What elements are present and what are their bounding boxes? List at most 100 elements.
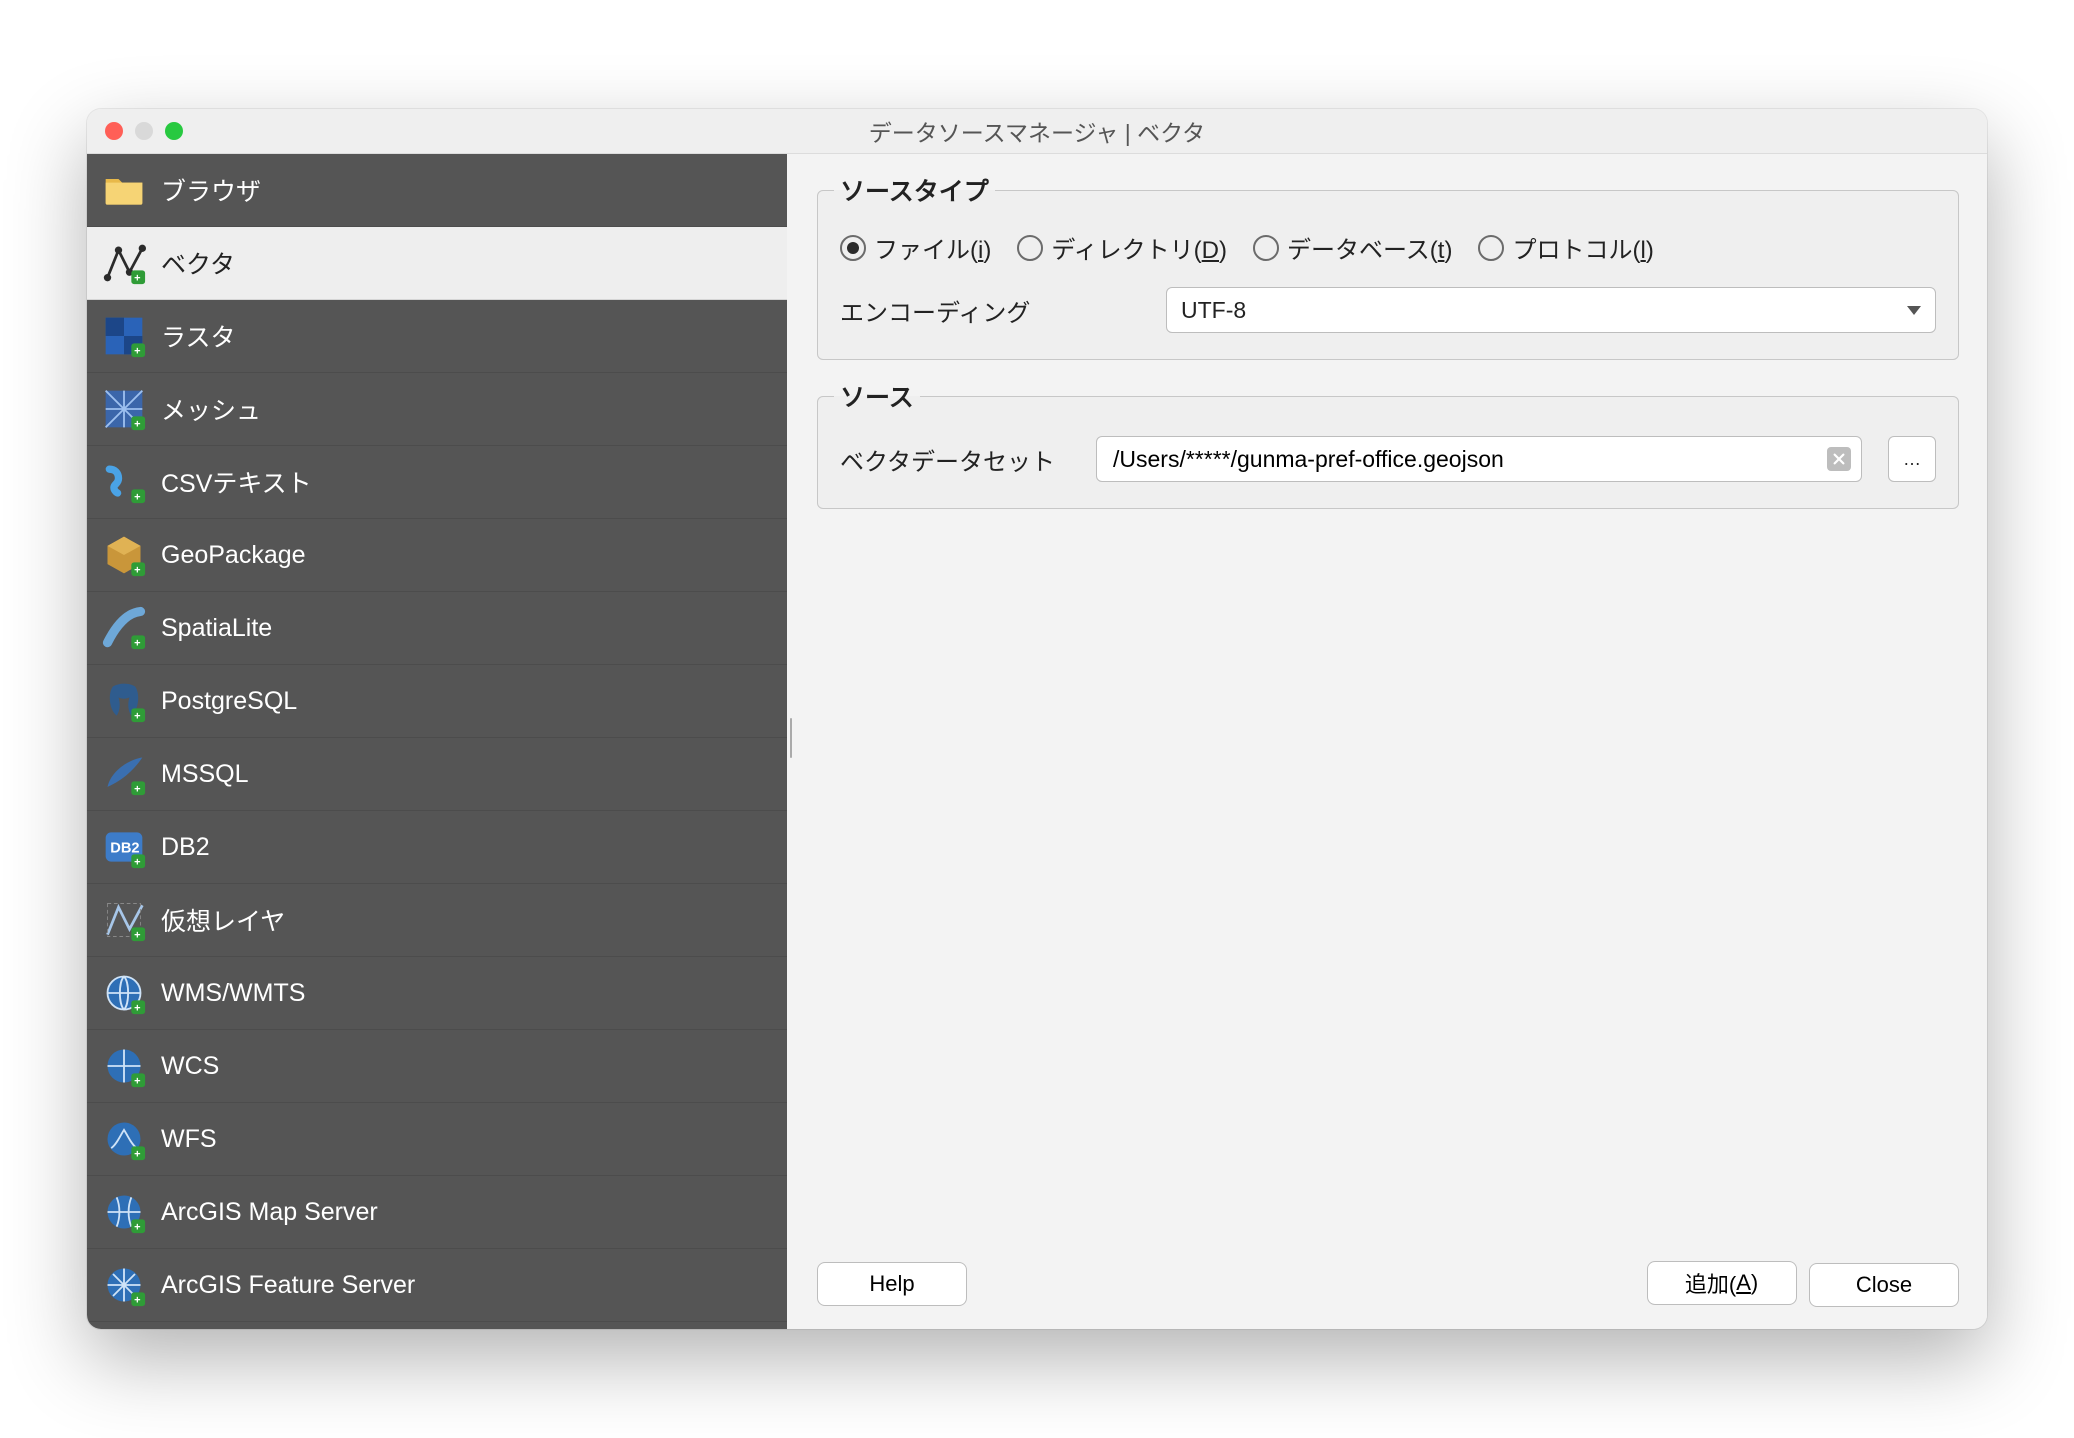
sidebar-item-mesh[interactable]: + メッシュ xyxy=(87,373,787,446)
splitter-handle[interactable] xyxy=(787,154,795,1329)
mssql-icon: + xyxy=(101,751,147,797)
close-window-button[interactable] xyxy=(105,122,123,140)
sidebar-item-virtual-layer[interactable]: + 仮想レイヤ xyxy=(87,884,787,957)
svg-text:+: + xyxy=(134,1294,140,1306)
sidebar-item-wms-wmts[interactable]: + WMS/WMTS xyxy=(87,957,787,1030)
titlebar: データソースマネージャ | ベクタ xyxy=(87,109,1987,154)
wms-icon: + xyxy=(101,970,147,1016)
encoding-select[interactable]: UTF-8 xyxy=(1166,287,1936,333)
sidebar-item-geopackage[interactable]: + GeoPackage xyxy=(87,519,787,592)
source-type-radio-row: ファイル(i) ディレクトリ(D) データベース(t) プロトコル(l xyxy=(840,230,1936,265)
radio-file-label: ファイル(i) xyxy=(874,230,991,265)
minimize-window-button[interactable] xyxy=(135,122,153,140)
sidebar-item-db2[interactable]: DB2 + DB2 xyxy=(87,811,787,884)
flex-spacer xyxy=(817,527,1959,1243)
svg-text:+: + xyxy=(134,710,140,722)
db2-icon: DB2 + xyxy=(101,824,147,870)
svg-text:+: + xyxy=(134,929,140,941)
sidebar-item-label: WFS xyxy=(161,1125,217,1154)
encoding-value: UTF-8 xyxy=(1181,297,1246,324)
sidebar-item-label: WCS xyxy=(161,1052,219,1081)
sidebar-item-label: PostgreSQL xyxy=(161,687,297,716)
radio-dot-icon xyxy=(1478,235,1504,261)
radio-directory[interactable]: ディレクトリ(D) xyxy=(1017,230,1227,265)
help-button[interactable]: Help xyxy=(817,1262,967,1306)
radio-directory-label: ディレクトリ(D) xyxy=(1051,230,1227,265)
svg-text:+: + xyxy=(134,564,140,576)
svg-text:+: + xyxy=(134,1002,140,1014)
close-button[interactable]: Close xyxy=(1809,1263,1959,1307)
radio-dot-icon xyxy=(840,235,866,261)
radio-database[interactable]: データベース(t) xyxy=(1253,230,1452,265)
sidebar-item-label: DB2 xyxy=(161,833,210,862)
svg-text:+: + xyxy=(134,1221,140,1233)
sidebar-item-label: CSVテキスト xyxy=(161,464,312,500)
radio-protocol-label: プロトコル(l) xyxy=(1512,230,1653,265)
raster-icon: + xyxy=(101,313,147,359)
folder-icon xyxy=(101,167,147,213)
virtual-layer-icon: + xyxy=(101,897,147,943)
source-type-group: ソースタイプ ファイル(i) ディレクトリ(D) データベース(t) xyxy=(817,172,1959,360)
sidebar-item-label: GeoPackage xyxy=(161,541,306,570)
spatialite-icon: + xyxy=(101,605,147,651)
add-button[interactable]: 追加(A) xyxy=(1647,1261,1797,1305)
datasource-sidebar: ブラウザ + ベクタ xyxy=(87,154,787,1329)
sidebar-item-wfs[interactable]: + WFS xyxy=(87,1103,787,1176)
sidebar-item-postgresql[interactable]: + PostgreSQL xyxy=(87,665,787,738)
dialog-window: データソースマネージャ | ベクタ ブラウザ xyxy=(87,109,1987,1329)
sidebar-item-raster[interactable]: + ラスタ xyxy=(87,300,787,373)
sidebar-item-spatialite[interactable]: + SpatiaLite xyxy=(87,592,787,665)
radio-file[interactable]: ファイル(i) xyxy=(840,230,991,265)
sidebar-item-wcs[interactable]: + WCS xyxy=(87,1030,787,1103)
svg-text:+: + xyxy=(134,1075,140,1087)
svg-text:+: + xyxy=(134,272,140,284)
svg-text:+: + xyxy=(134,345,140,357)
sidebar-item-arcgis-map-server[interactable]: + ArcGIS Map Server xyxy=(87,1176,787,1249)
svg-text:+: + xyxy=(134,637,140,649)
sidebar-item-label: ArcGIS Map Server xyxy=(161,1198,378,1227)
sidebar-item-mssql[interactable]: + MSSQL xyxy=(87,738,787,811)
window-controls xyxy=(87,122,183,140)
radio-protocol[interactable]: プロトコル(l) xyxy=(1478,230,1653,265)
sidebar-item-label: ラスタ xyxy=(161,318,236,354)
browse-button[interactable]: … xyxy=(1888,436,1936,482)
svg-text:+: + xyxy=(134,783,140,795)
dataset-label: ベクタデータセット xyxy=(840,442,1070,477)
wfs-icon: + xyxy=(101,1116,147,1162)
sidebar-item-label: ベクタ xyxy=(161,245,235,281)
arcgis-feature-icon: + xyxy=(101,1262,147,1308)
sidebar-item-label: WMS/WMTS xyxy=(161,979,305,1008)
sidebar-item-vector[interactable]: + ベクタ xyxy=(87,227,787,300)
vector-icon: + xyxy=(101,240,147,286)
radio-dot-icon xyxy=(1253,235,1279,261)
sidebar-item-label: MSSQL xyxy=(161,760,249,789)
svg-text:+: + xyxy=(134,418,140,430)
wcs-icon: + xyxy=(101,1043,147,1089)
main-panel: ソースタイプ ファイル(i) ディレクトリ(D) データベース(t) xyxy=(795,154,1987,1329)
svg-text:DB2: DB2 xyxy=(110,841,139,857)
postgresql-icon: + xyxy=(101,678,147,724)
radio-database-label: データベース(t) xyxy=(1287,230,1452,265)
encoding-label: エンコーディング xyxy=(840,293,1140,328)
dialog-footer: Help 追加(A) Close xyxy=(817,1261,1959,1307)
window-title: データソースマネージャ | ベクタ xyxy=(87,114,1987,148)
source-legend: ソース xyxy=(834,378,920,414)
clear-input-button[interactable] xyxy=(1827,447,1851,471)
chevron-down-icon xyxy=(1907,306,1921,315)
svg-text:+: + xyxy=(134,856,140,868)
sidebar-item-label: 仮想レイヤ xyxy=(161,902,285,938)
arcgis-map-icon: + xyxy=(101,1189,147,1235)
sidebar-item-browser[interactable]: ブラウザ xyxy=(87,154,787,227)
sidebar-item-arcgis-feature-server[interactable]: + ArcGIS Feature Server xyxy=(87,1249,787,1322)
mesh-icon: + xyxy=(101,386,147,432)
source-type-legend: ソースタイプ xyxy=(834,172,995,208)
svg-text:+: + xyxy=(134,1148,140,1160)
sidebar-item-label: メッシュ xyxy=(161,391,261,427)
sidebar-item-label: ArcGIS Feature Server xyxy=(161,1271,415,1300)
zoom-window-button[interactable] xyxy=(165,122,183,140)
svg-text:+: + xyxy=(134,491,140,503)
sidebar-item-label: ブラウザ xyxy=(161,172,261,208)
dataset-path-field[interactable] xyxy=(1111,445,1817,474)
dataset-path-field-wrap xyxy=(1096,436,1862,482)
sidebar-item-csv[interactable]: + CSVテキスト xyxy=(87,446,787,519)
